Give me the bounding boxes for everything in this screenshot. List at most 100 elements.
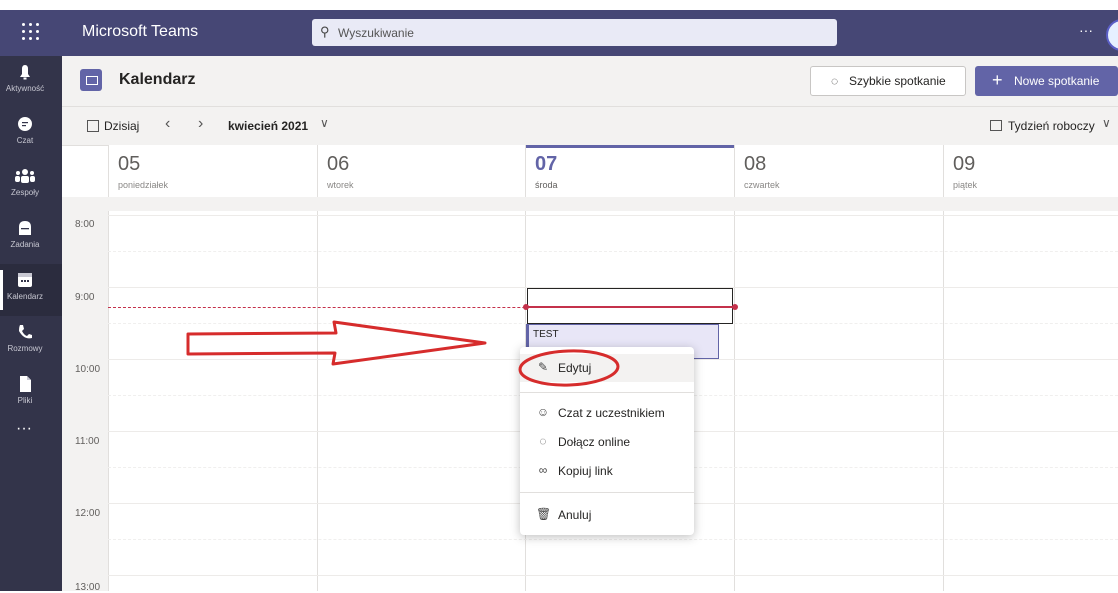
menu-item-cancel[interactable]: 🗑 Anuluj xyxy=(520,501,694,529)
time-label: 11:00 xyxy=(75,436,100,447)
rail-item-chat[interactable]: Czat xyxy=(0,108,62,160)
menu-item-join[interactable]: ◌ Dołącz online xyxy=(520,428,694,456)
meet-now-label: Szybkie spotkanie xyxy=(849,74,946,88)
rail-item-tasks[interactable]: Zadania xyxy=(0,212,62,264)
current-time-dot xyxy=(523,304,529,310)
half-hour-line xyxy=(108,539,1118,540)
today-icon xyxy=(87,120,99,132)
day-column[interactable] xyxy=(943,211,1118,591)
menu-item-edit[interactable]: ✎ Edytuj xyxy=(520,354,694,382)
day-header[interactable]: 06 wtorek xyxy=(317,145,526,198)
phone-icon xyxy=(19,325,32,339)
chevron-down-icon[interactable]: ∨ xyxy=(320,116,329,130)
rail-item-files[interactable]: Pliki xyxy=(0,368,62,420)
day-column[interactable] xyxy=(108,211,318,591)
all-day-band xyxy=(62,197,1118,211)
app-launcher-icon[interactable] xyxy=(22,23,42,43)
current-time-line-today xyxy=(526,306,735,308)
file-icon xyxy=(20,376,31,392)
day-name: wtorek xyxy=(327,180,354,190)
day-header-today[interactable]: 07 środa xyxy=(525,145,735,198)
rail-label: Pliki xyxy=(17,396,33,405)
day-name: środa xyxy=(535,180,558,190)
calendar-header: Kalendarz ◌ Szybkie spotkanie + Nowe spo… xyxy=(62,56,1118,107)
event-title: TEST xyxy=(533,329,559,340)
menu-item-label: Edytuj xyxy=(558,361,592,375)
page-title: Kalendarz xyxy=(119,71,196,88)
day-number: 06 xyxy=(327,153,350,175)
time-label: 8:00 xyxy=(75,219,95,230)
window-frame xyxy=(0,0,1118,10)
day-column[interactable] xyxy=(734,211,944,591)
month-picker[interactable]: kwiecień 2021 xyxy=(228,119,308,133)
current-time-dot xyxy=(732,304,738,310)
chevron-right-icon[interactable]: › xyxy=(198,115,203,133)
rail-label: Zespoły xyxy=(10,188,39,197)
day-name: poniedziałek xyxy=(118,180,169,190)
view-icon xyxy=(990,120,1002,131)
chat-icon: ☺ xyxy=(536,405,550,419)
event-context-menu: ✎ Edytuj ☺ Czat z uczestnikiem ◌ Dołącz … xyxy=(520,347,694,535)
rail-item-activity[interactable]: Aktywność xyxy=(0,56,62,108)
menu-item-copy-link[interactable]: ∞ Kopiuj link xyxy=(520,457,694,485)
title-bar: Microsoft Teams ⚲ Wyszukiwanie ··· xyxy=(0,10,1118,56)
hour-line xyxy=(108,575,1118,576)
time-label: 9:00 xyxy=(75,292,95,303)
day-header[interactable]: 08 czwartek xyxy=(734,145,944,198)
day-header[interactable]: 09 piątek xyxy=(943,145,1118,198)
teams-icon xyxy=(15,169,35,183)
video-icon: ◌ xyxy=(539,434,547,448)
menu-item-label: Czat z uczestnikiem xyxy=(558,406,665,420)
chevron-left-icon[interactable]: ‹ xyxy=(165,115,170,133)
time-column xyxy=(62,211,108,591)
day-number: 09 xyxy=(953,153,976,175)
link-icon: ∞ xyxy=(538,463,548,477)
video-icon: ◌ xyxy=(831,74,839,88)
calendar-icon xyxy=(18,273,32,287)
menu-item-label: Dołącz online xyxy=(558,435,631,449)
time-label: 10:00 xyxy=(75,364,101,375)
hour-line xyxy=(108,215,1118,216)
meet-now-button[interactable]: ◌ Szybkie spotkanie xyxy=(810,66,966,96)
more-options-button[interactable]: ··· xyxy=(1079,22,1093,38)
rail-item-teams[interactable]: Zespoły xyxy=(0,160,62,212)
menu-item-chat[interactable]: ☺ Czat z uczestnikiem xyxy=(520,399,694,427)
chevron-down-icon[interactable]: ∨ xyxy=(1102,116,1111,130)
rail-item-calls[interactable]: Rozmowy xyxy=(0,316,62,368)
menu-divider xyxy=(520,492,694,493)
rail-label: Rozmowy xyxy=(7,344,43,353)
view-selector[interactable]: Tydzień roboczy xyxy=(1008,119,1095,133)
rail-more-button[interactable]: ··· xyxy=(16,420,32,438)
rail-label: Zadania xyxy=(10,240,40,249)
today-button[interactable]: Dzisiaj xyxy=(104,119,139,133)
day-header[interactable]: 05 poniedziałek xyxy=(108,145,318,198)
search-icon: ⚲ xyxy=(320,24,330,39)
day-name: piątek xyxy=(953,180,978,190)
search-input[interactable]: ⚲ Wyszukiwanie xyxy=(312,19,837,46)
time-label: 13:00 xyxy=(75,582,101,593)
tasks-icon xyxy=(19,221,31,235)
trash-icon: 🗑 xyxy=(536,507,552,521)
avatar[interactable] xyxy=(1106,19,1118,51)
menu-item-label: Kopiuj link xyxy=(558,464,613,478)
menu-item-label: Anuluj xyxy=(558,508,592,522)
rail-label: Kalendarz xyxy=(6,292,44,301)
half-hour-line xyxy=(108,251,1118,252)
search-placeholder: Wyszukiwanie xyxy=(338,26,414,40)
time-label: 12:00 xyxy=(75,508,101,519)
rail-label: Czat xyxy=(16,136,34,145)
day-number: 08 xyxy=(744,153,767,175)
pencil-icon: ✎ xyxy=(537,360,549,374)
day-number: 07 xyxy=(535,153,558,175)
rail-item-calendar[interactable]: Kalendarz xyxy=(0,264,62,316)
calendar-icon xyxy=(80,69,102,91)
new-meeting-label: Nowe spotkanie xyxy=(1014,74,1100,88)
app-name: Microsoft Teams xyxy=(82,23,199,40)
plus-icon: + xyxy=(992,70,1003,90)
chat-icon xyxy=(18,117,32,131)
day-name: czwartek xyxy=(744,180,780,190)
rail-label: Aktywność xyxy=(5,84,45,93)
day-column[interactable] xyxy=(317,211,526,591)
new-meeting-button[interactable]: + Nowe spotkanie xyxy=(975,66,1118,96)
app-rail: Aktywność Czat Zespoły Zadania Kalendarz… xyxy=(0,56,62,591)
